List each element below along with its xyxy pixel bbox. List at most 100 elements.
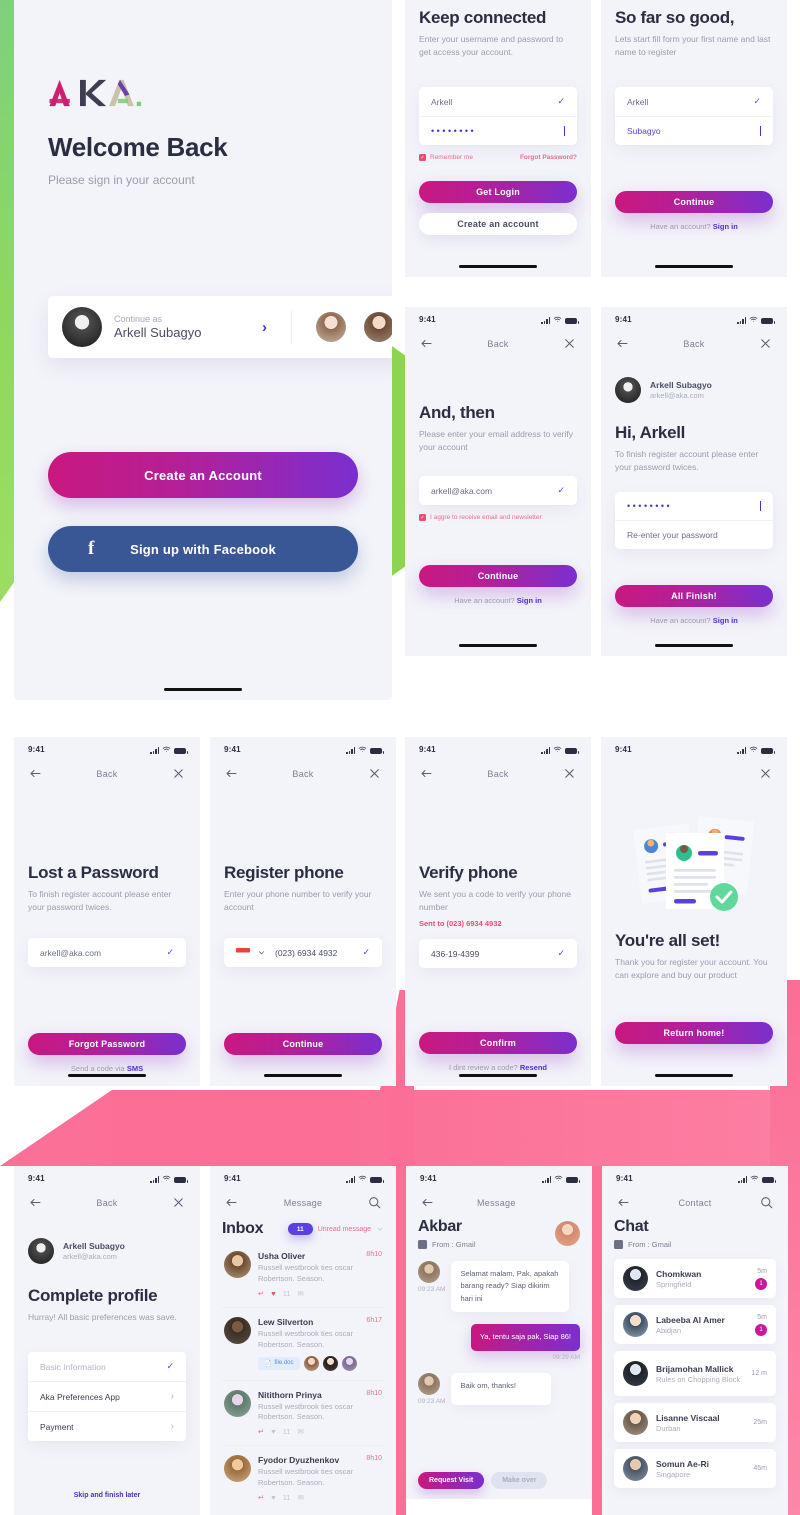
back-arrow-icon[interactable]	[224, 766, 239, 781]
inbox-filter[interactable]: 11 Unread message	[287, 1223, 384, 1235]
nav-title: Back	[487, 338, 509, 349]
attachment-chip[interactable]: 📄 file.doc	[258, 1356, 300, 1370]
profile-step-aka-preferences[interactable]: Aka Preferences App ›	[28, 1382, 186, 1413]
remember-me-row[interactable]: ✓ Remember me	[419, 154, 473, 162]
sign-in-link[interactable]: Sign in	[517, 596, 542, 605]
message-actions[interactable]: ↵ ♥ 11 ✉	[258, 1427, 382, 1436]
make-over-button[interactable]: Make over	[491, 1472, 548, 1489]
confirm-button[interactable]: Confirm	[419, 1032, 577, 1055]
user-summary: Arkell Subagyo arkell@aka.com	[28, 1238, 186, 1264]
back-arrow-icon[interactable]	[419, 766, 434, 781]
create-account-button[interactable]: Create an Account	[48, 452, 358, 498]
return-home-button[interactable]: Return home!	[615, 1022, 773, 1045]
first-name-field[interactable]: Arkell ✓	[615, 87, 773, 118]
back-arrow-icon[interactable]	[419, 336, 434, 351]
facebook-signup-label: Sign up with Facebook	[130, 541, 276, 557]
profile-step-payment[interactable]: Payment ›	[28, 1412, 186, 1441]
avatar	[615, 377, 641, 403]
resend-link[interactable]: Resend	[520, 1063, 547, 1072]
skip-finish-later-link[interactable]: Skip and finish later	[14, 1492, 200, 1499]
back-arrow-icon[interactable]	[615, 336, 630, 351]
list-item[interactable]: Lew Silverton 6h17 Russell westbrook tie…	[222, 1308, 384, 1381]
status-icons	[542, 1174, 580, 1183]
close-icon[interactable]	[171, 1195, 186, 1210]
list-item[interactable]: Brijamohan Mallick Rules on Chopping Blo…	[614, 1351, 776, 1396]
sign-in-link[interactable]: Sign in	[713, 616, 738, 625]
status-bar: 9:41	[601, 307, 787, 326]
chevron-down-icon[interactable]	[257, 948, 266, 957]
screen-email: 9:41 Back And, then Please enter your em…	[405, 307, 591, 656]
continue-button[interactable]: Continue	[224, 1033, 382, 1056]
reply-icon[interactable]: ↵	[258, 1493, 264, 1502]
back-arrow-icon[interactable]	[28, 766, 43, 781]
user-name: Arkell Subagyo	[650, 380, 712, 390]
chevron-down-icon[interactable]	[376, 1225, 384, 1233]
signal-icon	[541, 747, 550, 754]
close-icon[interactable]	[562, 336, 577, 351]
forgot-password-link[interactable]: Forgot Password?	[520, 154, 577, 161]
last-name-field[interactable]: Subagyo	[615, 117, 773, 145]
profile-step-basic-information[interactable]: Basic Information ✓	[28, 1352, 186, 1383]
back-arrow-icon[interactable]	[28, 1195, 43, 1210]
complete-profile-title: Complete profile	[28, 1286, 158, 1305]
chat-input-bar[interactable]	[406, 1499, 592, 1515]
checkbox-checked-icon[interactable]: ✓	[419, 154, 426, 162]
username-field[interactable]: Arkell ✓	[419, 87, 577, 118]
code-field[interactable]: 436-19-4399 ✓	[419, 939, 577, 968]
forgot-password-button[interactable]: Forgot Password	[28, 1033, 186, 1056]
close-icon[interactable]	[758, 766, 773, 781]
message-actions[interactable]: ↵ ♥ 11 ✉	[258, 1289, 382, 1298]
list-item[interactable]: Lisanne Viscaal Durban 25m	[614, 1403, 776, 1442]
phone-field[interactable]: (023) 6934 4932 ✓	[224, 938, 382, 967]
back-arrow-icon[interactable]	[224, 1195, 239, 1210]
heart-outline-icon[interactable]: ♥	[271, 1427, 275, 1436]
mail-icon[interactable]: ✉	[298, 1289, 304, 1298]
reply-icon[interactable]: ↵	[258, 1289, 264, 1298]
status-icons	[541, 315, 579, 324]
close-icon[interactable]	[171, 766, 186, 781]
avatar	[28, 1238, 54, 1264]
status-bar: 9:41	[602, 1166, 788, 1185]
close-icon[interactable]	[758, 336, 773, 351]
email-field[interactable]: arkell@aka.com ✓	[28, 938, 186, 967]
mail-icon[interactable]: ✉	[298, 1493, 304, 1502]
get-login-button[interactable]: Get Login	[419, 181, 577, 204]
sms-link[interactable]: SMS	[127, 1064, 143, 1073]
list-item[interactable]: Labeeba Al Amer Abidjan 5m 1	[614, 1305, 776, 1344]
password-field[interactable]: ••••••••	[419, 117, 577, 145]
continue-button[interactable]: Continue	[615, 191, 773, 214]
avatar-alt-1[interactable]	[316, 312, 346, 342]
list-item[interactable]: Fyodor Dyuzhenkov 8h10 Russell westbrook…	[222, 1446, 384, 1511]
checkbox-checked-icon[interactable]: ✓	[419, 514, 426, 522]
continue-as-card[interactable]: Continue as Arkell Subagyo ›	[48, 296, 392, 358]
mail-icon[interactable]: ✉	[298, 1427, 304, 1436]
list-item[interactable]: Chomkwan Springfield 5m 1	[614, 1259, 776, 1298]
avatar-alt-2[interactable]	[364, 312, 392, 342]
heart-filled-icon[interactable]: ♥	[271, 1289, 275, 1298]
email-field[interactable]: arkell@aka.com ✓	[419, 476, 577, 505]
facebook-signup-button[interactable]: f Sign up with Facebook	[48, 526, 358, 572]
close-icon[interactable]	[367, 766, 382, 781]
inbox-heading: Inbox	[222, 1220, 264, 1237]
back-arrow-icon[interactable]	[420, 1195, 435, 1210]
create-account-button-secondary[interactable]: Create an account	[419, 213, 577, 236]
request-visit-button[interactable]: Request Visit	[418, 1472, 485, 1489]
password-field[interactable]: ••••••••	[615, 492, 773, 522]
close-icon[interactable]	[562, 766, 577, 781]
sign-in-link[interactable]: Sign in	[713, 222, 738, 231]
message-actions[interactable]: ↵ ♥ 11 ✉	[258, 1493, 382, 1502]
back-arrow-icon[interactable]	[616, 1195, 631, 1210]
search-icon[interactable]	[367, 1195, 382, 1210]
heart-outline-icon[interactable]: ♥	[271, 1493, 275, 1502]
list-item[interactable]: Nitithorn Prinya 8h10 Russell westbrook …	[222, 1381, 384, 1447]
reply-icon[interactable]: ↵	[258, 1427, 264, 1436]
list-item[interactable]: Somun Ae-Ri Singapore 45m	[614, 1449, 776, 1488]
avatar[interactable]	[555, 1221, 580, 1246]
continue-button[interactable]: Continue	[419, 565, 577, 588]
chevron-right-icon[interactable]: ›	[262, 319, 267, 336]
list-item[interactable]: Usha Oliver 8h10 Russell westbrook ties …	[222, 1242, 384, 1308]
confirm-password-field[interactable]: Re-enter your password	[615, 521, 773, 549]
consent-row[interactable]: ✓ I aggre to receive email and newslette…	[419, 514, 577, 522]
all-finish-button[interactable]: All Finish!	[615, 585, 773, 608]
search-icon[interactable]	[759, 1195, 774, 1210]
